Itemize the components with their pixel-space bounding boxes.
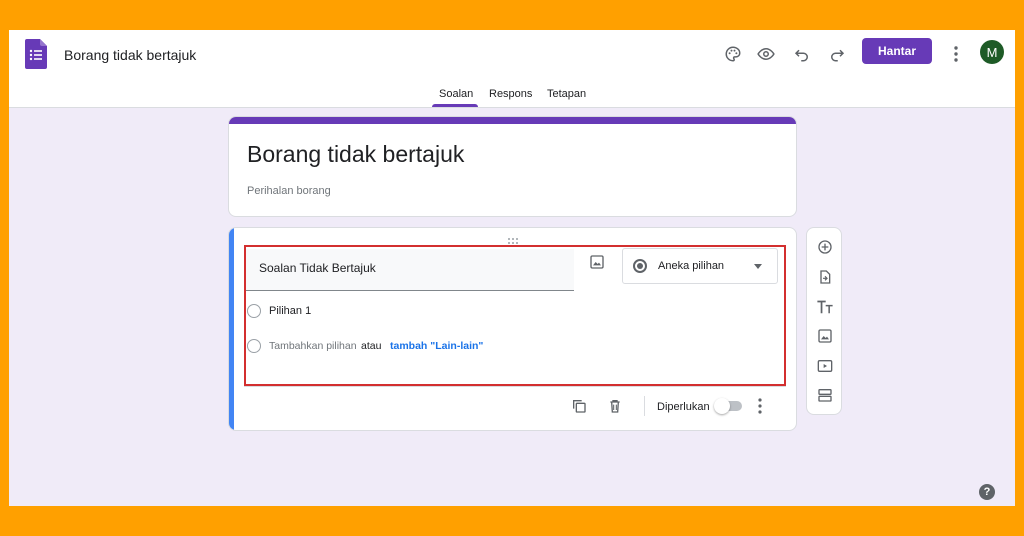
- add-video-icon[interactable]: [816, 357, 834, 375]
- divider: [244, 386, 786, 387]
- add-title-icon[interactable]: [816, 298, 834, 316]
- send-button[interactable]: Hantar: [862, 38, 932, 64]
- forms-app-icon[interactable]: [25, 39, 47, 69]
- palette-icon[interactable]: [721, 42, 745, 66]
- redo-icon[interactable]: [825, 42, 849, 66]
- tab-bar: Soalan Respons Tetapan: [9, 88, 1015, 108]
- app-frame: Borang tidak bertajuk Hantar M Soalan Re…: [9, 30, 1015, 506]
- add-question-icon[interactable]: [816, 238, 834, 256]
- side-toolbar: [806, 227, 842, 415]
- top-bar: Borang tidak bertajuk Hantar M Soalan Re…: [9, 30, 1015, 108]
- delete-icon[interactable]: [607, 398, 623, 414]
- help-icon[interactable]: ?: [979, 484, 995, 500]
- tab-questions[interactable]: Soalan: [439, 88, 473, 100]
- import-questions-icon[interactable]: [816, 268, 834, 286]
- toggle-knob: [714, 398, 730, 414]
- form-title[interactable]: Borang tidak bertajuk: [247, 141, 464, 168]
- divider: [644, 396, 645, 416]
- preview-eye-icon[interactable]: [754, 42, 778, 66]
- form-title-card[interactable]: Borang tidak bertajuk Perihalan borang: [228, 116, 797, 217]
- title-card-accent-bar: [229, 117, 796, 124]
- drag-handle-icon[interactable]: [507, 232, 519, 244]
- avatar[interactable]: M: [980, 40, 1004, 64]
- add-image-icon[interactable]: [816, 327, 834, 345]
- active-card-indicator: [229, 228, 234, 430]
- highlight-box: [244, 245, 786, 386]
- document-title[interactable]: Borang tidak bertajuk: [64, 47, 196, 63]
- question-card[interactable]: Soalan Tidak Bertajuk Aneka pilihan Pili…: [228, 227, 797, 431]
- more-vert-icon[interactable]: [944, 42, 968, 66]
- duplicate-icon[interactable]: [571, 398, 587, 414]
- required-toggle[interactable]: [714, 398, 742, 414]
- more-vert-icon[interactable]: [757, 398, 763, 414]
- add-section-icon[interactable]: [816, 386, 834, 404]
- required-label: Diperlukan: [657, 401, 710, 413]
- form-description[interactable]: Perihalan borang: [247, 185, 331, 197]
- active-tab-indicator: [432, 104, 478, 107]
- tab-responses[interactable]: Respons: [489, 88, 532, 100]
- undo-icon[interactable]: [790, 42, 814, 66]
- tab-settings[interactable]: Tetapan: [547, 88, 586, 100]
